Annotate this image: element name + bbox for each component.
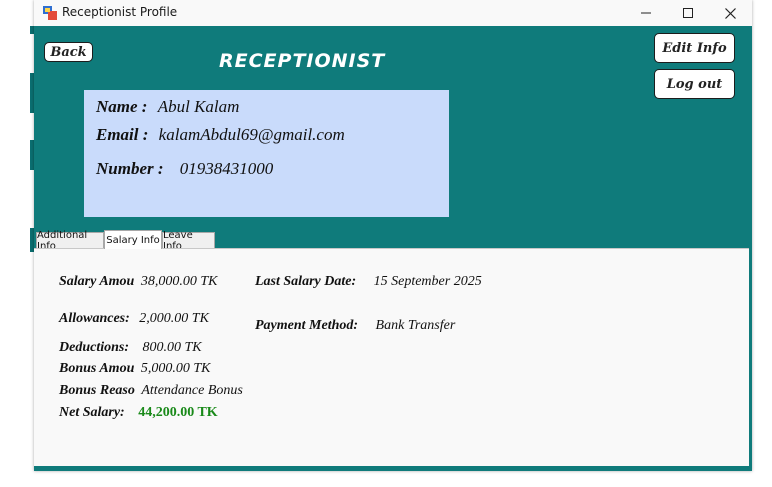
payment-method-label: Payment Method: [255,318,359,333]
deductions-label: Deductions: [59,340,129,355]
last-salary-date-row: Last Salary Date: 15 September 2025 [255,274,482,290]
desktop-background [0,0,34,487]
bonus-amount-row: Bonus Amou 5,000.00 TK [59,361,210,377]
payment-method-row: Payment Method: Bank Transfer [255,318,455,334]
allowances-value: 2,000.00 TK [139,311,209,326]
bonus-reason-label: Bonus Reaso [59,383,135,398]
number-label: Number : [96,159,164,178]
email-row: Email : kalamAbdul69@gmail.com [96,125,345,145]
app-icon [43,6,57,20]
maximize-button[interactable] [666,0,710,26]
page-title: RECEPTIONIST [219,50,386,72]
salary-amount-value: 38,000.00 TK [140,274,218,289]
email-value: kalamAbdul69@gmail.com [158,125,345,144]
name-row: Name : Abul Kalam [96,97,239,117]
tab-salary-info[interactable]: Salary Info [104,230,162,249]
minimize-button[interactable] [624,0,668,26]
email-label: Email : [96,125,149,144]
tab-additional-info[interactable]: Additional Info [36,230,104,252]
bonus-reason-row: Bonus Reaso Attendance Bonus [59,383,243,399]
salary-amount-label: Salary Amou [59,274,135,289]
deductions-row: Deductions: 800.00 TK [59,340,202,356]
number-row: Number : 01938431000 [96,159,273,179]
salary-info-panel: Salary Amou 38,000.00 TK Last Salary Dat… [34,248,749,466]
title-bar[interactable]: Receptionist Profile [34,0,752,26]
edit-info-button[interactable]: Edit Info [654,33,735,63]
name-value: Abul Kalam [157,97,240,116]
bonus-reason-value: Attendance Bonus [141,383,243,398]
minimize-icon [641,12,651,14]
tab-leave-info[interactable]: Leave Info [162,230,215,252]
profile-panel: Name : Abul Kalam Email : kalamAbdul69@g… [84,90,449,217]
name-label: Name : [96,97,148,116]
last-salary-date-label: Last Salary Date: [255,274,357,289]
allowances-label: Allowances: [59,311,130,326]
net-salary-label: Net Salary: [59,405,125,420]
back-button[interactable]: Back [44,42,93,62]
form-client-area: Back RECEPTIONIST Edit Info Log out Name… [34,26,752,471]
window-title: Receptionist Profile [62,5,178,19]
salary-amount-row: Salary Amou 38,000.00 TK [59,274,217,290]
bonus-amount-value: 5,000.00 TK [140,361,211,376]
app-window: Receptionist Profile Back RECEPTIONIST E… [34,0,752,471]
last-salary-date-value: 15 September 2025 [373,274,482,289]
net-salary-value: 44,200.00 TK [138,405,218,420]
net-salary-row: Net Salary: 44,200.00 TK [59,405,218,421]
close-button[interactable] [708,0,752,26]
bonus-amount-label: Bonus Amou [59,361,135,376]
payment-method-value: Bank Transfer [375,318,456,333]
log-out-button[interactable]: Log out [654,69,735,99]
number-value: 01938431000 [179,159,274,178]
close-icon [724,7,736,19]
allowances-row: Allowances: 2,000.00 TK [59,311,209,327]
maximize-icon [683,8,693,18]
deductions-value: 800.00 TK [142,340,202,355]
